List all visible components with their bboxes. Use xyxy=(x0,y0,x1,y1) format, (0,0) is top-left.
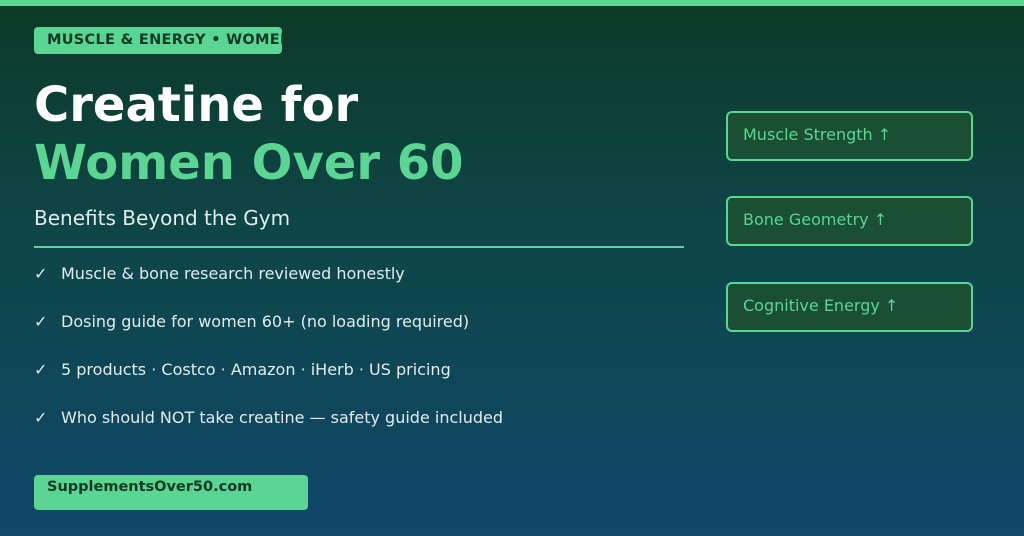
site-url-badge: SupplementsOver50.com xyxy=(34,475,308,510)
category-badge: MUSCLE & ENERGY • WOMEN xyxy=(34,27,282,54)
benefit-pill-bone-geometry: Bone Geometry ↑ xyxy=(726,196,973,246)
benefit-text: Muscle & bone research reviewed honestly xyxy=(61,263,405,283)
benefit-pill-cognitive-energy: Cognitive Energy ↑ xyxy=(726,282,973,332)
divider xyxy=(34,246,684,248)
benefit-item: ✓ Muscle & bone research reviewed honest… xyxy=(34,261,405,285)
benefit-text: 5 products · Costco · Amazon · iHerb · U… xyxy=(61,359,451,379)
check-icon: ✓ xyxy=(34,407,48,427)
promo-banner: MUSCLE & ENERGY • WOMEN Creatine for Wom… xyxy=(0,0,1024,536)
check-icon: ✓ xyxy=(34,263,48,283)
benefit-item: ✓ Who should NOT take creatine — safety … xyxy=(34,405,503,429)
benefit-item: ✓ Dosing guide for women 60+ (no loading… xyxy=(34,309,469,333)
check-icon: ✓ xyxy=(34,359,48,379)
subtitle: Benefits Beyond the Gym xyxy=(34,206,291,230)
top-accent-bar xyxy=(0,0,1024,6)
benefit-text: Dosing guide for women 60+ (no loading r… xyxy=(61,311,470,331)
check-icon: ✓ xyxy=(34,311,48,331)
title-line-1: Creatine for xyxy=(34,77,359,133)
benefit-pill-muscle-strength: Muscle Strength ↑ xyxy=(726,111,973,161)
benefit-text: Who should NOT take creatine — safety gu… xyxy=(61,407,503,427)
title-line-2: Women Over 60 xyxy=(34,135,464,191)
benefit-item: ✓ 5 products · Costco · Amazon · iHerb ·… xyxy=(34,357,451,381)
